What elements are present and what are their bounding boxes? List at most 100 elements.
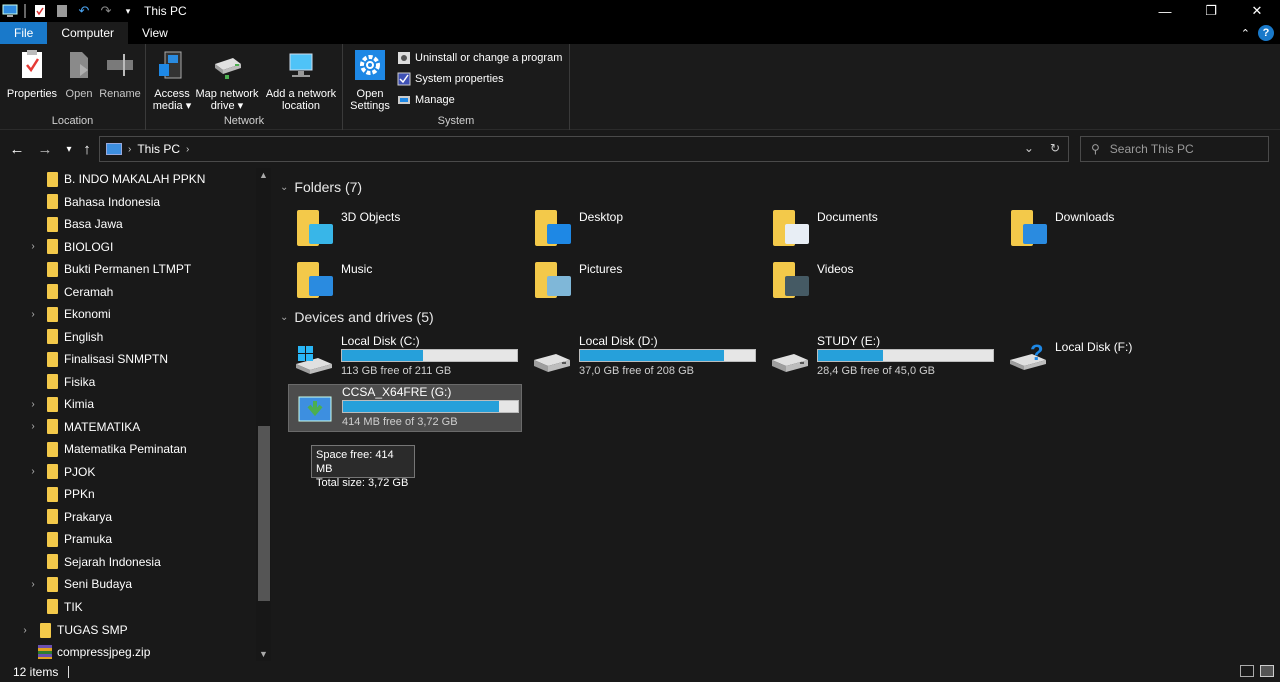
open-settings-button[interactable]: Open Settings: [347, 48, 393, 112]
scroll-down-icon[interactable]: ▼: [256, 649, 271, 659]
recent-locations-chevron-icon[interactable]: ▾: [60, 140, 78, 158]
tab-view[interactable]: View: [128, 22, 182, 44]
details-view-icon[interactable]: [1240, 665, 1254, 677]
tree-item[interactable]: Sejarah Indonesia: [0, 551, 255, 573]
forward-arrow-icon[interactable]: →: [36, 140, 54, 158]
drive-usage-bar: [817, 349, 994, 362]
tree-item[interactable]: B. INDO MAKALAH PPKN: [0, 168, 255, 190]
search-box[interactable]: ⚲ Search This PC: [1080, 136, 1269, 162]
maximize-button[interactable]: ❐: [1188, 0, 1234, 22]
folder-item[interactable]: Desktop: [533, 206, 623, 254]
refresh-icon[interactable]: ↻: [1050, 141, 1060, 155]
new-folder-quick-icon[interactable]: [54, 3, 70, 19]
folder-icon: [47, 306, 58, 322]
tree-item[interactable]: Pramuka: [0, 528, 255, 550]
tree-item[interactable]: Basa Jawa: [0, 213, 255, 235]
folder-icon: [47, 374, 58, 389]
expand-chevron-icon[interactable]: ›: [28, 241, 38, 252]
tree-item-label: B. INDO MAKALAH PPKN: [64, 172, 206, 186]
drives-section-header[interactable]: ⌄ Devices and drives (5): [280, 309, 434, 325]
tree-item[interactable]: Prakarya: [0, 506, 255, 528]
properties-quick-icon[interactable]: [32, 3, 48, 19]
folders-section-header[interactable]: ⌄ Folders (7): [280, 179, 362, 195]
large-icons-view-icon[interactable]: [1260, 665, 1274, 677]
tree-item[interactable]: Matematika Peminatan: [0, 438, 255, 460]
expand-chevron-icon[interactable]: ›: [28, 421, 38, 432]
help-icon[interactable]: ?: [1258, 25, 1274, 41]
hard-drive-icon: [530, 342, 574, 376]
expand-chevron-icon[interactable]: ›: [28, 399, 38, 410]
folder-item[interactable]: Videos: [771, 258, 853, 306]
expand-chevron-icon[interactable]: ›: [28, 579, 38, 590]
drive-item[interactable]: Local Disk (C:) 113 GB free of 211 GB: [288, 334, 522, 382]
access-media-button[interactable]: Access media ▾: [152, 48, 192, 112]
folder-item[interactable]: Pictures: [533, 258, 622, 306]
tree-item[interactable]: English: [0, 326, 255, 348]
folder-icon: [47, 171, 58, 187]
scrollbar-thumb[interactable]: [258, 426, 270, 601]
drive-item[interactable]: CCSA_X64FRE (G:) 414 MB free of 3,72 GB: [288, 384, 522, 432]
manage-button[interactable]: Manage: [397, 93, 455, 107]
tree-item[interactable]: TIK: [0, 596, 255, 618]
navigation-pane: TIK › Seni Budaya Sejarah Indonesia Pramuka P…: [0, 168, 272, 661]
windows-drive-icon: [292, 342, 336, 376]
properties-button[interactable]: Properties: [6, 48, 58, 100]
expand-chevron-icon[interactable]: ›: [28, 466, 38, 477]
tree-item-label: Bahasa Indonesia: [64, 194, 161, 209]
drive-item[interactable]: Local Disk (D:) 37,0 GB free of 208 GB: [526, 334, 760, 382]
breadcrumb-chevron-icon[interactable]: ›: [128, 144, 131, 155]
tree-item[interactable]: PPKn: [0, 483, 255, 505]
tree-item-tugas-smp[interactable]: › TUGAS SMP: [0, 619, 255, 641]
back-arrow-icon[interactable]: ←: [8, 140, 26, 158]
folder-item[interactable]: Documents: [771, 206, 878, 254]
tree-item[interactable]: Fisika: [0, 371, 255, 393]
undo-icon[interactable]: ↶: [76, 3, 92, 19]
tree-item[interactable]: Ceramah: [0, 281, 255, 303]
customize-quick-access-icon[interactable]: ▾: [120, 3, 136, 19]
expand-chevron-icon[interactable]: ›: [20, 625, 30, 636]
collapse-chevron-icon[interactable]: ⌄: [280, 312, 288, 323]
tree-item[interactable]: Finalisasi SNMPTN: [0, 348, 255, 370]
collapse-chevron-icon[interactable]: ⌄: [280, 182, 288, 193]
tree-item[interactable]: › PJOK: [0, 461, 255, 483]
up-arrow-icon[interactable]: ↑: [78, 140, 96, 158]
redo-icon[interactable]: ↷: [98, 3, 114, 19]
folder-item[interactable]: 3D Objects: [295, 206, 400, 254]
add-network-location-button[interactable]: Add a network location: [263, 48, 339, 112]
tree-item[interactable]: Bukti Permanen LTMPT: [0, 258, 255, 280]
tree-item[interactable]: Bahasa Indonesia: [0, 191, 255, 213]
uninstall-program-button[interactable]: Uninstall or change a program: [397, 51, 562, 65]
minimize-button[interactable]: —: [1142, 0, 1188, 22]
tree-item[interactable]: › Seni Budaya: [0, 573, 255, 595]
folder-item[interactable]: Music: [295, 258, 372, 306]
rename-button[interactable]: Rename: [98, 48, 142, 100]
tree-item[interactable]: › Kimia: [0, 393, 255, 415]
tree-item[interactable]: › MATEMATIKA: [0, 416, 255, 438]
folder-item[interactable]: Downloads: [1009, 206, 1114, 254]
expand-chevron-icon[interactable]: ›: [28, 309, 38, 320]
ribbon-tabs: File Computer View ⌃ ?: [0, 22, 1280, 44]
drive-item[interactable]: STUDY (E:) 28,4 GB free of 45,0 GB: [764, 334, 998, 382]
folder-icon: [47, 531, 58, 547]
drive-usage-fill: [342, 350, 423, 361]
close-button[interactable]: ✕: [1234, 0, 1280, 22]
breadcrumb-this-pc[interactable]: This PC: [137, 142, 180, 156]
tree-item[interactable]: › Ekonomi: [0, 303, 255, 325]
system-properties-button[interactable]: System properties: [397, 72, 504, 86]
tab-computer[interactable]: Computer: [47, 22, 129, 44]
address-dropdown-chevron-icon[interactable]: ⌄: [1024, 141, 1034, 155]
tab-file[interactable]: File: [0, 22, 48, 44]
map-network-drive-button[interactable]: Map network drive ▾: [194, 48, 260, 112]
drive-item[interactable]: ? Local Disk (F:): [1002, 334, 1236, 382]
address-bar[interactable]: › This PC › ⌄ ↻: [99, 136, 1069, 162]
tree-item-compressjpeg[interactable]: compressjpeg.zip: [0, 641, 255, 661]
scroll-up-icon[interactable]: ▲: [256, 170, 271, 180]
breadcrumb-chevron-icon[interactable]: ›: [186, 144, 189, 155]
collapse-ribbon-icon[interactable]: ⌃: [1241, 27, 1250, 40]
open-button[interactable]: Open: [62, 48, 96, 100]
tree-item[interactable]: › BIOLOGI: [0, 236, 255, 258]
properties-icon: [15, 48, 49, 82]
ribbon-group-system: Open Settings Uninstall or change a prog…: [343, 44, 570, 130]
navigation-pane-scrollbar[interactable]: ▲ ▼: [256, 168, 271, 661]
search-placeholder: Search This PC: [1109, 142, 1194, 156]
